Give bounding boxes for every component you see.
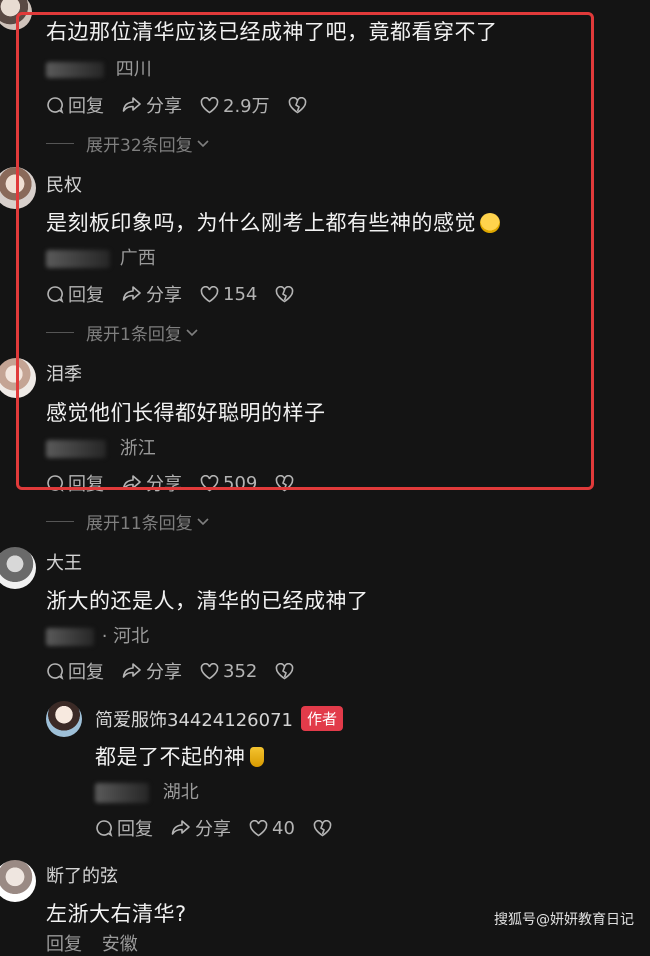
divider bbox=[46, 521, 74, 522]
share-button[interactable]: 分享 bbox=[122, 658, 182, 684]
reply-icon bbox=[96, 820, 113, 837]
expand-replies[interactable]: 展开11条回复 bbox=[46, 509, 210, 534]
trophy-emoji-icon bbox=[249, 747, 264, 767]
highlight-box bbox=[16, 12, 594, 490]
reply-icon bbox=[47, 663, 64, 680]
share-icon bbox=[122, 663, 141, 678]
reply-label: 回复 bbox=[46, 934, 82, 955]
like-count: 40 bbox=[272, 817, 295, 839]
broken-heart-icon bbox=[313, 819, 332, 836]
comment-actions: 回复 分享 40 bbox=[95, 815, 354, 841]
comment-location: 安徽 bbox=[101, 934, 138, 955]
like-button[interactable]: 40 bbox=[249, 818, 295, 839]
comment-text: 浙大的还是人，清华的已经成神了 bbox=[46, 589, 369, 613]
reply-button[interactable]: 回复 bbox=[46, 658, 104, 684]
comment-text: 都是了不起的神 bbox=[95, 741, 264, 771]
heart-icon bbox=[249, 819, 268, 836]
comment-actions: 回复 分享 352 bbox=[46, 658, 316, 684]
avatar[interactable] bbox=[0, 860, 36, 902]
author-badge: 作者 bbox=[300, 706, 343, 731]
dislike-button[interactable] bbox=[313, 819, 336, 837]
dislike-button[interactable] bbox=[275, 662, 298, 680]
comment-meta: 回复 安徽 bbox=[46, 930, 138, 956]
comment-location: · 河北 bbox=[101, 626, 150, 647]
reply-button[interactable]: 回复 bbox=[95, 815, 153, 841]
share-icon bbox=[171, 820, 190, 835]
author-avatar[interactable] bbox=[46, 701, 82, 737]
chevron-down-icon bbox=[197, 517, 209, 525]
comment-username[interactable]: 大王 bbox=[46, 549, 82, 575]
comment-text: 左浙大右清华? bbox=[46, 902, 187, 926]
comment-username[interactable]: 断了的弦 bbox=[46, 862, 118, 888]
comment-meta: 湖北 bbox=[95, 778, 199, 804]
heart-icon bbox=[200, 662, 219, 679]
comment-location: 湖北 bbox=[162, 782, 199, 803]
avatar[interactable] bbox=[0, 547, 36, 589]
broken-heart-icon bbox=[276, 662, 294, 679]
comment-meta: · 河北 bbox=[46, 622, 149, 648]
comment-username[interactable]: 简爱服饰34424126071 作者 bbox=[95, 706, 343, 732]
blurred-date bbox=[95, 783, 149, 803]
blurred-date bbox=[46, 628, 94, 646]
share-button[interactable]: 分享 bbox=[171, 815, 231, 841]
watermark: 搜狐号@妍妍教育日记 bbox=[494, 912, 634, 928]
like-button[interactable]: 352 bbox=[200, 661, 257, 682]
like-count: 352 bbox=[223, 660, 258, 682]
